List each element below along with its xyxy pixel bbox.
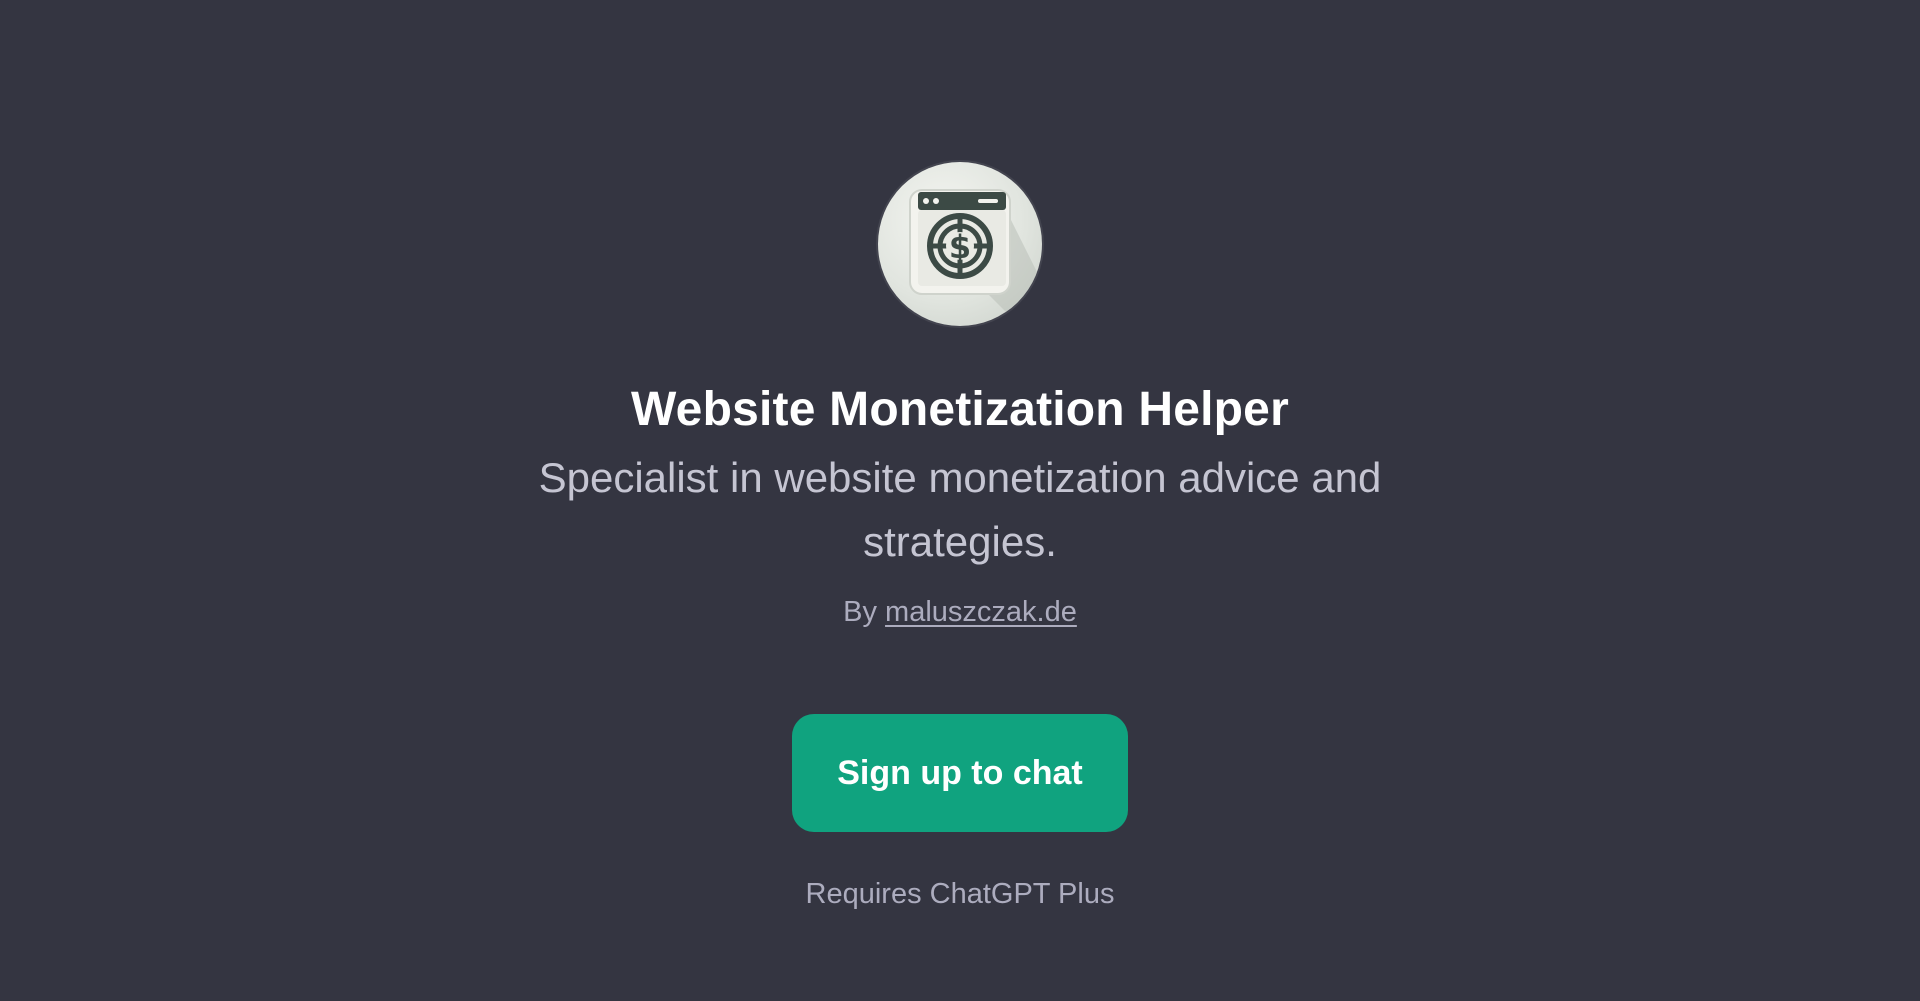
gpt-description: Specialist in website monetization advic…: [538, 454, 1382, 565]
sign-up-to-chat-button[interactable]: Sign up to chat: [792, 714, 1128, 832]
gpt-landing-page: $ Website Monetization Helper Specialist…: [0, 0, 1920, 1001]
author-byline: By maluszczak.de: [843, 592, 1077, 632]
website-monetization-dollar-icon: $: [909, 189, 1042, 326]
author-link[interactable]: maluszczak.de: [885, 596, 1077, 628]
svg-text:$: $: [949, 228, 971, 266]
requires-plus-note: Requires ChatGPT Plus: [805, 878, 1115, 910]
gpt-avatar: $: [878, 162, 1042, 326]
byline-prefix: By: [843, 596, 877, 628]
gpt-title: Website Monetization Helper: [631, 383, 1289, 436]
